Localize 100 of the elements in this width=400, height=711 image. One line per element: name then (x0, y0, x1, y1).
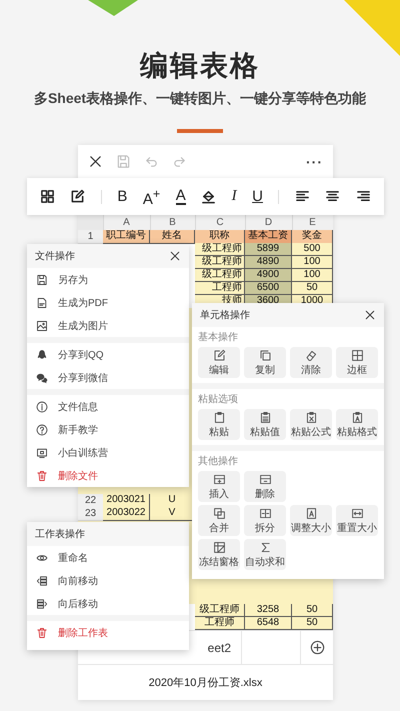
close-icon[interactable] (169, 250, 181, 262)
column-header: C (195, 215, 245, 230)
tool-tile[interactable]: 自动求和 (244, 539, 286, 570)
info-icon (36, 400, 48, 412)
paint-bucket-icon[interactable] (201, 189, 216, 204)
stack-left-arrow-icon (36, 574, 48, 586)
table-cell: 50 (292, 604, 333, 617)
table-cell: 6500 (245, 282, 292, 295)
tool-tile[interactable]: 插入 (198, 471, 240, 502)
decoration-triangle (88, 0, 138, 16)
tool-tile[interactable]: 粘贴格式 (336, 409, 378, 440)
pdf-file-icon (36, 296, 48, 308)
table-cell: 3258 (245, 604, 292, 617)
four-squares-icon[interactable] (40, 189, 55, 204)
stack-right-arrow-icon (36, 598, 48, 610)
table-cell: 4900 (245, 269, 292, 282)
table-cell: 50 (292, 617, 333, 630)
row-number: 22 (78, 494, 103, 508)
menu-item[interactable]: 分享到微信 (27, 366, 189, 389)
more-button[interactable]: ··· (306, 154, 323, 170)
border-grid-icon (350, 349, 364, 362)
menu-item[interactable]: 向后移动 (27, 592, 189, 615)
table-cell: 奖金 (292, 230, 333, 244)
table-cell: 6548 (245, 617, 292, 630)
trash-icon (36, 626, 48, 638)
menu-item[interactable]: 删除工作表 (27, 621, 189, 644)
table-cell: 级工程师 (195, 243, 245, 256)
tool-tile[interactable]: 拆分 (244, 505, 286, 536)
merge-icon (212, 507, 226, 520)
tool-tile[interactable]: 粘贴 (198, 409, 240, 440)
align-left-icon[interactable] (294, 189, 310, 204)
trash-icon (36, 470, 48, 482)
table-cell: 职工编号 (103, 230, 150, 244)
table-cell: V (150, 507, 195, 521)
menu-item[interactable]: 生成为图片 (27, 314, 189, 337)
tool-tile[interactable]: 粘贴值 (244, 409, 286, 440)
tool-tile[interactable]: 调整大小 (290, 505, 332, 536)
table-cell: 500 (292, 243, 333, 256)
column-header: D (245, 215, 292, 230)
clipboard-cross-icon (304, 411, 318, 424)
font-size-button[interactable]: A$^{+}$ (142, 186, 160, 208)
help-icon (36, 424, 48, 436)
tool-tile[interactable]: 粘贴公式 (290, 409, 332, 440)
panel-title: 工作表操作 (35, 528, 85, 541)
section-label: 基本操作 (198, 331, 239, 345)
tool-tile[interactable]: 复制 (244, 347, 286, 378)
table-cell: 100 (292, 269, 333, 282)
delete-row-icon (258, 473, 272, 486)
image-icon (36, 320, 48, 332)
menu-item[interactable]: 重命名 (27, 546, 189, 569)
menu-item[interactable]: 另存为 (27, 268, 189, 291)
menu-item[interactable]: 删除文件 (27, 464, 189, 487)
tool-tile[interactable]: 清除 (290, 347, 332, 378)
table-cell: 职称 (195, 230, 245, 244)
column-header: A (103, 215, 150, 230)
reset-size-icon (350, 507, 364, 520)
freeze-grid-icon (212, 541, 226, 554)
menu-item[interactable]: 小白训练营 (27, 441, 189, 464)
table-cell: 级工程师 (195, 269, 245, 282)
split-icon (258, 507, 272, 520)
close-icon[interactable] (88, 154, 103, 169)
menu-item[interactable]: 生成为PDF (27, 291, 189, 314)
section-label: 其他操作 (198, 455, 239, 469)
menu-item[interactable]: 分享到QQ (27, 343, 189, 366)
page-title: 编辑表格 (138, 49, 261, 83)
table-cell: 50 (292, 282, 333, 295)
plus-circle-icon[interactable] (310, 640, 324, 655)
clipboard-letter-icon (350, 411, 364, 424)
table-cell: 姓名 (150, 230, 195, 244)
table-cell: 2003021 (103, 494, 150, 508)
tool-tile[interactable]: 冻结窗格 (198, 539, 240, 570)
tool-tile[interactable]: 删除 (244, 471, 286, 502)
menu-item[interactable]: 新手教学 (27, 418, 189, 441)
clipboard-icon (212, 411, 226, 424)
close-icon[interactable] (364, 309, 376, 321)
panel-title: 文件操作 (35, 250, 75, 263)
align-center-icon[interactable] (325, 189, 340, 204)
font-color-button[interactable]: A (176, 188, 186, 204)
table-cell: 2003022 (103, 507, 150, 521)
underline-button[interactable]: U (252, 188, 263, 205)
menu-item[interactable]: 向前移动 (27, 569, 189, 592)
tool-tile[interactable]: 边框 (336, 347, 378, 378)
edit-icon[interactable] (70, 189, 86, 204)
penguin-icon (36, 348, 48, 360)
italic-button[interactable]: I (232, 188, 237, 205)
sheet-tab[interactable]: eet2 (208, 640, 231, 654)
section-label: 粘贴选项 (198, 393, 239, 407)
row-number: 23 (78, 507, 103, 521)
table-cell: 100 (292, 256, 333, 269)
resize-icon (304, 507, 318, 520)
tool-tile[interactable]: 合并 (198, 505, 240, 536)
tool-tile[interactable]: 编辑 (198, 347, 240, 378)
tool-tile[interactable]: 重置大小 (336, 505, 378, 536)
bold-button[interactable]: B (117, 188, 128, 205)
menu-item[interactable]: 文件信息 (27, 395, 189, 418)
chat-bubbles-icon (36, 372, 48, 384)
page-subtitle: 多Sheet表格操作、一键转图片、一键分享等特色功能 (32, 89, 368, 107)
file-name: 2020年10月份工资.xlsx (148, 676, 262, 690)
align-right-icon[interactable] (356, 189, 371, 204)
table-cell: 基本工资 (245, 230, 292, 244)
